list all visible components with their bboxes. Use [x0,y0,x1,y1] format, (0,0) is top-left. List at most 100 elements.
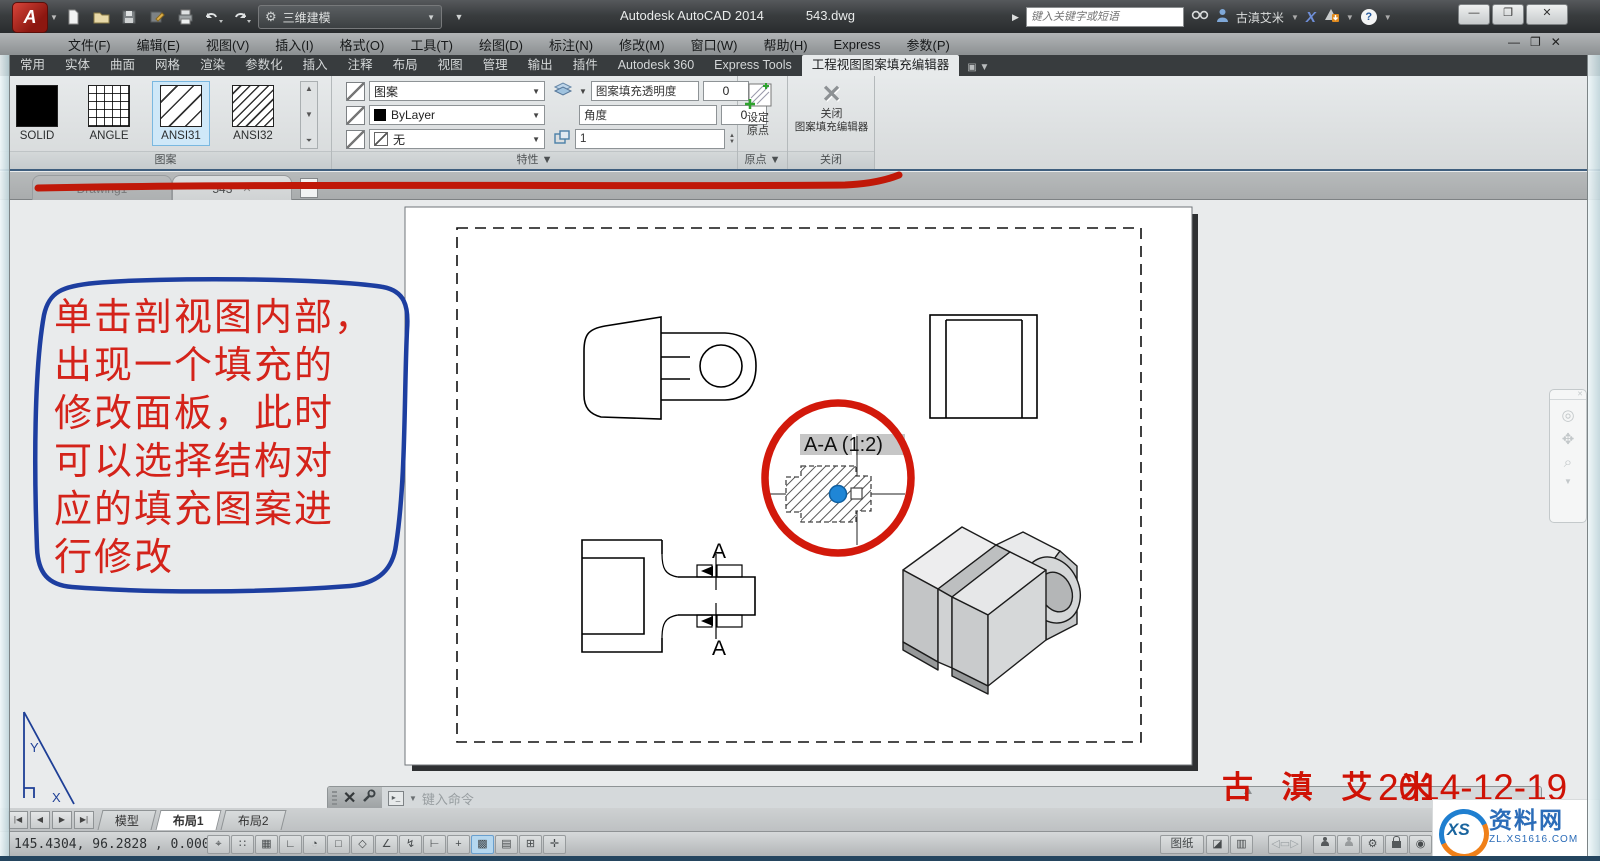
menu-view[interactable]: 视图(V) [193,35,262,54]
ribbon-minimize-button[interactable]: ▣ ▼ [959,59,997,76]
autoscale-button[interactable] [1337,835,1360,854]
last-layout-button[interactable]: ▶| [74,811,94,829]
help-icon[interactable]: ? [1361,9,1377,25]
grid-toggle[interactable]: ▦ [255,835,278,854]
exchange-apps-icon[interactable]: X [1306,9,1316,26]
infer-constraints-toggle[interactable]: ⌖ [207,835,230,854]
gallery-down-icon[interactable]: ▼ [305,110,313,119]
osnap-toggle[interactable]: □ [327,835,350,854]
zoom-icon[interactable]: ⌕ [1564,454,1572,471]
new-drawing-tab-button[interactable] [300,178,318,198]
swatch-angle[interactable]: ANGLE [80,81,138,146]
ribbon-tab-render[interactable]: 渲染 [190,55,235,76]
maximize-button[interactable]: ❐ [1492,4,1524,25]
transparency-toggle[interactable]: ▩ [471,835,494,854]
workspace-dropdown[interactable]: ⚙ 三维建模 ▼ [258,5,442,29]
gallery-expand-icon[interactable]: ⏷ [306,136,312,146]
viewport-controls[interactable]: ◁▭▷ [1268,835,1302,854]
menu-draw[interactable]: 绘图(D) [466,35,536,54]
search-icon[interactable] [1191,8,1209,27]
ribbon-tab-layout[interactable]: 布局 [383,55,428,76]
ribbon-tab-home[interactable]: 常用 [10,55,55,76]
menu-format[interactable]: 格式(O) [327,35,398,54]
scale-value-field[interactable]: 1 [575,129,725,149]
dock-grip-handle[interactable] [332,791,337,805]
command-line-dock[interactable]: ✕ ▸_ ▼ 键入命令 [327,786,1542,810]
drawing-canvas[interactable] [10,200,1586,810]
selection-cycling-toggle[interactable]: ⊞ [519,835,542,854]
quick-view-layouts-button[interactable]: ◪ [1206,835,1229,854]
qat-overflow-button[interactable]: ▼ [448,6,470,28]
prev-layout-button[interactable]: ◀ [30,811,50,829]
command-history-icon[interactable]: ▼ [409,794,417,803]
search-input[interactable] [1026,7,1184,27]
signed-in-user[interactable]: 古滇艾米 [1236,9,1284,26]
set-origin-button[interactable]: 设定 原点 [743,82,773,138]
plot-button[interactable] [174,6,196,28]
autodesk360-icon[interactable] [1323,7,1339,27]
tab-close-icon[interactable]: ✕ [242,182,251,195]
navbar-close-icon[interactable]: ✕ [1550,390,1586,400]
layout2-tab[interactable]: 布局2 [220,810,286,830]
close-hatch-editor-button[interactable]: ✕ 关闭 图案填充编辑器 [788,82,875,134]
workspace-switch-gear-icon[interactable]: ⚙ [1361,835,1384,854]
menu-window[interactable]: 窗口(W) [678,35,751,54]
ribbon-tab-hatch-editor[interactable]: 工程视图图案填充编辑器 [802,55,960,76]
lineweight-toggle[interactable]: + [447,835,470,854]
ribbon-tab-surface[interactable]: 曲面 [100,55,145,76]
ribbon-tab-plugins[interactable]: 插件 [563,55,608,76]
clean-screen-button[interactable]: ◉ [1409,835,1432,854]
annotation-monitor-toggle[interactable]: ✛ [543,835,566,854]
app-logo-icon[interactable]: A [12,2,48,33]
gallery-scrollbar[interactable]: ▲ ▼ ⏷ [300,81,318,149]
minimize-button[interactable]: — [1458,4,1490,25]
object-track-toggle[interactable]: ∠ [375,835,398,854]
menu-edit[interactable]: 编辑(E) [124,35,193,54]
layout1-tab[interactable]: 布局1 [156,810,222,830]
dynamic-input-toggle[interactable]: ⊢ [423,835,446,854]
app-menu-arrow-icon[interactable]: ▼ [50,13,58,22]
ribbon-tab-solid[interactable]: 实体 [55,55,100,76]
annotation-visibility-button[interactable] [1313,835,1336,854]
file-tab-drawing1[interactable]: Drawing1 [32,175,172,201]
hatch-background-dropdown[interactable]: 无▼ [369,129,545,149]
ribbon-tab-express[interactable]: Express Tools [704,55,802,76]
pan-hand-icon[interactable]: ✥ [1562,430,1575,448]
transparency-icon[interactable] [553,81,575,102]
dock-wrench-icon[interactable] [362,789,376,808]
user-menu-arrow-icon[interactable]: ▼ [1291,13,1299,22]
doc-restore-icon[interactable]: ❐ [1530,35,1541,49]
properties-panel-label[interactable]: 特性 ▼ [332,151,737,169]
toolbar-lock-icon[interactable] [1385,835,1408,854]
paper-model-button[interactable]: 图纸 [1160,835,1204,854]
new-file-button[interactable] [62,6,84,28]
menu-express[interactable]: Express [821,37,894,52]
menu-modify[interactable]: 修改(M) [606,35,678,54]
doc-minimize-icon[interactable]: — [1508,35,1520,49]
a360-arrow-icon[interactable]: ▼ [1346,13,1354,22]
help-arrow-icon[interactable]: ▼ [1384,13,1392,22]
close-panel-label[interactable]: 关闭 [788,151,874,169]
swatch-ansi32[interactable]: ANSI32 [224,81,282,146]
ribbon-tab-autodesk360[interactable]: Autodesk 360 [608,55,704,76]
scale-spinner[interactable]: ▲▼ [729,133,735,145]
first-layout-button[interactable]: |◀ [8,811,28,829]
close-button[interactable]: ✕ [1526,4,1568,25]
ribbon-tab-annotate[interactable]: 注释 [338,55,383,76]
navbar-more-icon[interactable]: ▼ [1564,477,1572,486]
ribbon-tab-output[interactable]: 输出 [518,55,563,76]
ribbon-tab-view[interactable]: 视图 [428,55,473,76]
command-input[interactable]: ▸_ ▼ 键入命令 [382,787,1541,809]
quick-view-drawings-button[interactable]: ▥ [1230,835,1253,854]
navigation-bar[interactable]: ✕ ◎ ✥ ⌕ ▼ [1549,389,1587,523]
infocenter-expand-icon[interactable]: ▶ [1012,12,1019,23]
menu-insert[interactable]: 插入(I) [262,35,326,54]
quick-properties-toggle[interactable]: ▤ [495,835,518,854]
undo-button[interactable] [202,6,224,28]
origin-panel-label[interactable]: 原点 ▼ [738,151,787,169]
pattern-panel-label[interactable]: 图案 [0,151,331,169]
menu-file[interactable]: 文件(F) [55,35,124,54]
file-tab-543[interactable]: 543✕ [172,175,292,201]
menu-parametric[interactable]: 参数(P) [894,35,963,54]
hatch-color-dropdown[interactable]: ByLayer▼ [369,105,545,125]
